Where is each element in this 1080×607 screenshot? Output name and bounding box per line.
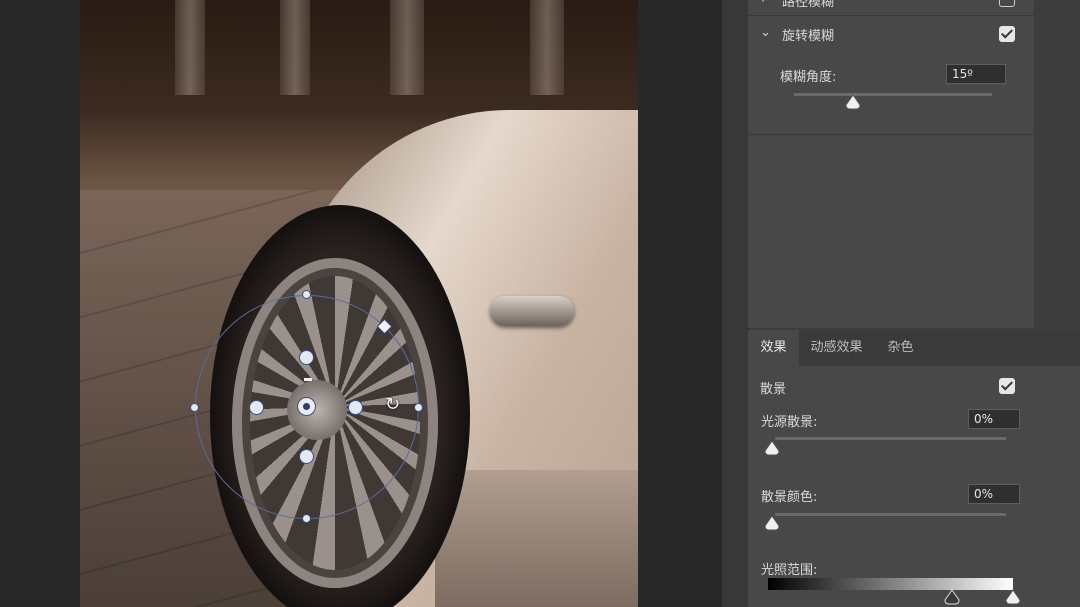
background-pillar bbox=[530, 0, 564, 95]
background-pillar bbox=[280, 0, 310, 95]
panel-divider bbox=[722, 0, 749, 607]
minus-icon[interactable] bbox=[304, 378, 312, 381]
blur-angle-input[interactable]: 15º bbox=[946, 64, 1006, 84]
tab-motion-effects[interactable]: 动感效果 bbox=[799, 330, 874, 366]
ellipse-handle-top[interactable] bbox=[303, 291, 310, 298]
bokeh-label: 散景 bbox=[760, 382, 787, 397]
light-bokeh-slider[interactable] bbox=[775, 437, 1006, 440]
feather-handle-left[interactable] bbox=[250, 401, 263, 414]
divider bbox=[748, 134, 1034, 135]
bokeh-checkbox[interactable] bbox=[999, 378, 1015, 394]
light-bokeh-input[interactable]: 0% bbox=[968, 409, 1020, 429]
effects-tabbar: 效果 动感效果 杂色 bbox=[748, 330, 1080, 366]
effects-section: 效果 动感效果 杂色 散景 光源散景: 0% 散景颜色: 0% 光照范围: bbox=[748, 330, 1080, 607]
feather-handle-right[interactable] bbox=[349, 401, 362, 414]
bokeh-color-input[interactable]: 0% bbox=[968, 484, 1020, 504]
car-badge bbox=[490, 296, 574, 326]
blur-pin-center[interactable] bbox=[298, 398, 315, 415]
blur-angle-label: 模糊角度: bbox=[780, 70, 837, 85]
field-blur-label[interactable]: 路径模糊 bbox=[782, 0, 834, 10]
feather-handle-top[interactable] bbox=[300, 351, 313, 364]
car-sill bbox=[435, 470, 638, 607]
bokeh-color-label: 散景颜色: bbox=[761, 490, 818, 505]
chevron-right-icon[interactable]: › bbox=[761, 0, 766, 6]
light-bokeh-label: 光源散景: bbox=[761, 415, 818, 430]
background-pillar bbox=[175, 0, 205, 95]
blur-tools-section: › 路径模糊 ⌄ 旋转模糊 模糊角度: 15º bbox=[748, 0, 1035, 328]
tab-effects[interactable]: 效果 bbox=[748, 330, 799, 366]
background-pillar bbox=[390, 0, 424, 95]
divider bbox=[748, 15, 1034, 16]
chevron-down-icon[interactable]: ⌄ bbox=[760, 25, 771, 40]
blur-angle-slider[interactable] bbox=[794, 93, 992, 96]
ellipse-handle-right[interactable] bbox=[415, 404, 422, 411]
ellipse-handle-bottom[interactable] bbox=[303, 515, 310, 522]
feather-handle-bottom[interactable] bbox=[300, 450, 313, 463]
field-blur-checkbox[interactable] bbox=[999, 0, 1015, 7]
light-range-label: 光照范围: bbox=[761, 563, 818, 578]
canvas-area[interactable]: ↻ bbox=[0, 0, 722, 607]
light-range-gradient[interactable] bbox=[768, 578, 1013, 590]
bokeh-color-slider[interactable] bbox=[775, 513, 1006, 516]
spin-blur-label[interactable]: 旋转模糊 bbox=[782, 25, 834, 44]
ellipse-handle-left[interactable] bbox=[191, 404, 198, 411]
spin-blur-checkbox[interactable] bbox=[999, 26, 1015, 42]
tab-noise[interactable]: 杂色 bbox=[874, 330, 927, 366]
photo-car-wheel bbox=[80, 0, 638, 607]
rotate-cursor-icon: ↻ bbox=[385, 394, 401, 415]
